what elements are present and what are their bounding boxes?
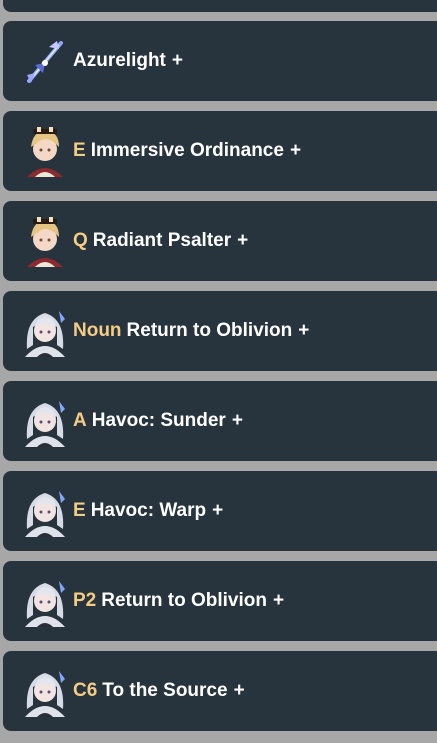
silver-hair-character-avatar — [21, 665, 69, 717]
expand-plus[interactable]: + — [232, 410, 243, 432]
expand-plus[interactable]: + — [273, 590, 284, 612]
buff-name: To the Source — [102, 680, 228, 701]
buff-card-azurelight[interactable]: Azurelight + — [3, 21, 437, 101]
buff-prefix: E — [73, 140, 86, 161]
buff-card-immersive-ordinance[interactable]: E Immersive Ordinance + — [3, 111, 437, 191]
buff-name: Havoc: Sunder — [91, 410, 226, 431]
blonde-character-avatar — [21, 125, 69, 177]
buff-prefix: Noun — [73, 320, 122, 341]
expand-plus[interactable]: + — [172, 50, 183, 72]
expand-plus[interactable]: + — [212, 500, 223, 522]
buff-name: Return to Oblivion — [101, 590, 267, 611]
expand-plus[interactable]: + — [237, 230, 248, 252]
silver-hair-character-avatar — [21, 485, 69, 537]
silver-hair-character-avatar — [21, 575, 69, 627]
blonde-character-avatar — [21, 215, 69, 267]
buff-prefix: E — [73, 500, 86, 521]
silver-hair-character-avatar — [21, 395, 69, 447]
buff-name: Havoc: Warp — [90, 500, 207, 521]
buff-name: Azurelight — [73, 50, 166, 71]
buff-name: Immersive Ordinance — [90, 140, 284, 161]
buff-prefix: A — [73, 410, 87, 431]
buff-name: Radiant Psalter — [92, 230, 232, 251]
buff-card-radiant-psalter[interactable]: Q Radiant Psalter + — [3, 201, 437, 281]
expand-plus[interactable]: + — [298, 320, 309, 342]
buff-name: Return to Oblivion — [126, 320, 293, 341]
buff-card-to-the-source[interactable]: C6 To the Source + — [3, 651, 437, 731]
expand-plus[interactable]: + — [290, 140, 301, 162]
buff-card-partial[interactable] — [3, 0, 437, 12]
buff-card-return-to-oblivion[interactable]: Noun Return to Oblivion + — [3, 291, 437, 371]
buff-card-havoc-warp[interactable]: E Havoc: Warp + — [3, 471, 437, 551]
buff-card-return-to-oblivion-p2[interactable]: P2 Return to Oblivion + — [3, 561, 437, 641]
expand-plus[interactable]: + — [234, 680, 245, 702]
buff-prefix: P2 — [73, 590, 97, 611]
buff-prefix: C6 — [73, 680, 98, 701]
buff-card-havoc-sunder[interactable]: A Havoc: Sunder + — [3, 381, 437, 461]
azurelight-weapon-icon — [27, 41, 63, 83]
silver-hair-character-avatar — [21, 305, 69, 357]
buff-prefix: Q — [73, 230, 88, 251]
